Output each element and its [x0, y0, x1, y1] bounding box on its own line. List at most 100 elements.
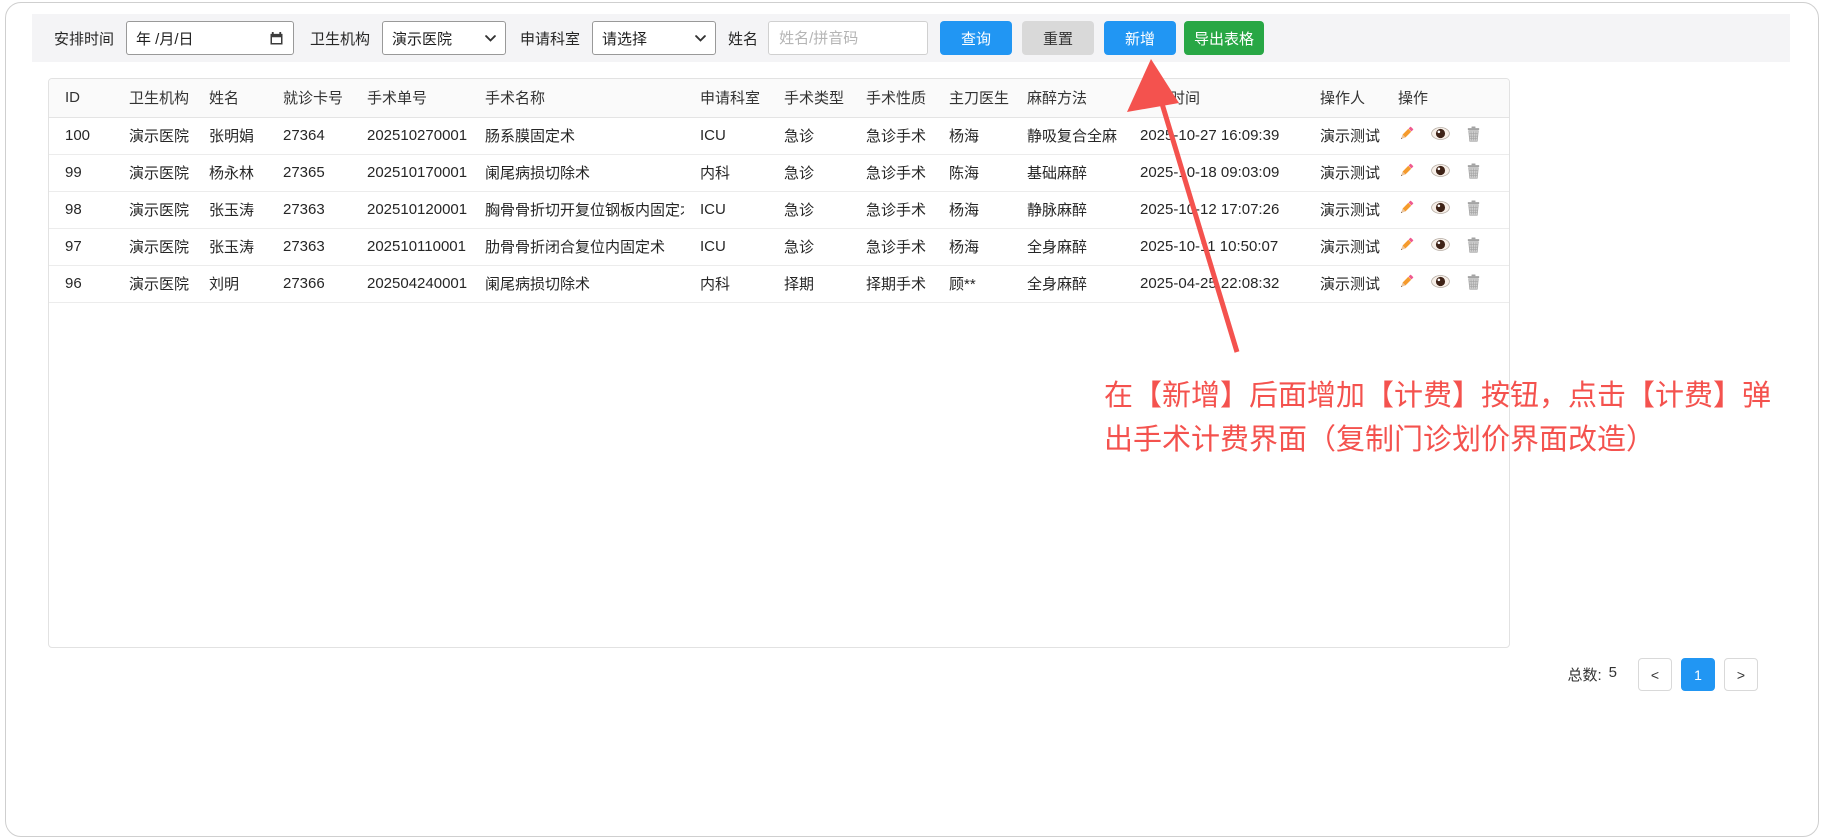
dept-select[interactable]: 请选择	[592, 21, 716, 55]
next-page-button[interactable]: >	[1724, 658, 1758, 691]
cell-dept: ICU	[684, 228, 768, 265]
col-header-org: 卫生机构	[113, 79, 193, 117]
cell-card-no: 27364	[267, 117, 351, 154]
cell-name: 杨永林	[193, 154, 267, 191]
cell-type: 急诊	[768, 154, 850, 191]
col-header-type: 手术类型	[768, 79, 850, 117]
surgery-table: ID 卫生机构 姓名 就诊卡号 手术单号 手术名称 申请科室 手术类型 手术性质…	[49, 79, 1510, 303]
eye-icon[interactable]	[1431, 164, 1450, 181]
cell-nature: 急诊手术	[850, 191, 933, 228]
row-actions	[1382, 117, 1510, 154]
eye-icon[interactable]	[1431, 275, 1450, 292]
cell-time: 2025-10-12 17:07:26	[1124, 191, 1304, 228]
table-header-row: ID 卫生机构 姓名 就诊卡号 手术单号 手术名称 申请科室 手术类型 手术性质…	[49, 79, 1510, 117]
surgery-table-container: ID 卫生机构 姓名 就诊卡号 手术单号 手术名称 申请科室 手术类型 手术性质…	[48, 78, 1510, 648]
cell-id: 99	[49, 154, 113, 191]
cell-operator: 演示测试	[1304, 117, 1382, 154]
cell-surgeon: 杨海	[933, 191, 1011, 228]
cell-card-no: 27366	[267, 265, 351, 302]
cell-surgery-name: 肋骨骨折闭合复位内固定术	[469, 228, 684, 265]
cell-name: 刘明	[193, 265, 267, 302]
cell-id: 100	[49, 117, 113, 154]
cell-surgeon: 陈海	[933, 154, 1011, 191]
chevron-down-icon	[695, 35, 706, 42]
pencil-icon[interactable]	[1398, 162, 1415, 183]
col-header-nature: 手术性质	[850, 79, 933, 117]
col-header-operator: 操作人	[1304, 79, 1382, 117]
col-header-dept: 申请科室	[684, 79, 768, 117]
cell-id: 96	[49, 265, 113, 302]
cell-dept: 内科	[684, 154, 768, 191]
cell-time: 2025-04-25 22:08:32	[1124, 265, 1304, 302]
cell-order-no: 202510270001	[351, 117, 469, 154]
trash-icon[interactable]	[1466, 237, 1481, 257]
cell-type: 急诊	[768, 191, 850, 228]
col-header-order-no: 手术单号	[351, 79, 469, 117]
eye-icon[interactable]	[1431, 238, 1450, 255]
query-button[interactable]: 查询	[940, 21, 1012, 55]
row-actions	[1382, 265, 1510, 302]
cell-anesthesia: 静吸复合全麻	[1011, 117, 1124, 154]
cell-nature: 择期手术	[850, 265, 933, 302]
cell-order-no: 202510170001	[351, 154, 469, 191]
cell-dept: 内科	[684, 265, 768, 302]
col-header-surgery-name: 手术名称	[469, 79, 684, 117]
cell-order-no: 202510110001	[351, 228, 469, 265]
cell-operator: 演示测试	[1304, 228, 1382, 265]
cell-org: 演示医院	[113, 117, 193, 154]
cell-surgery-name: 阑尾病损切除术	[469, 154, 684, 191]
cell-nature: 急诊手术	[850, 228, 933, 265]
chevron-down-icon	[485, 35, 496, 42]
trash-icon[interactable]	[1466, 163, 1481, 183]
cell-org: 演示医院	[113, 228, 193, 265]
name-search-input[interactable]	[768, 21, 928, 55]
calendar-icon	[269, 31, 284, 46]
export-button[interactable]: 导出表格	[1184, 21, 1264, 55]
cell-operator: 演示测试	[1304, 154, 1382, 191]
col-header-card-no: 就诊卡号	[267, 79, 351, 117]
col-header-name: 姓名	[193, 79, 267, 117]
cell-type: 急诊	[768, 117, 850, 154]
cell-org: 演示医院	[113, 191, 193, 228]
schedule-date-input[interactable]: 年 /月/日	[126, 21, 294, 55]
cell-time: 2025-10-27 16:09:39	[1124, 117, 1304, 154]
pencil-icon[interactable]	[1398, 199, 1415, 220]
total-count: 总数: 5	[1567, 664, 1617, 685]
annotation-line-1: 在【新增】后面增加【计费】按钮，点击【计费】弹	[1104, 374, 1816, 418]
cell-nature: 急诊手术	[850, 117, 933, 154]
total-count-label: 总数:	[1567, 664, 1601, 685]
cell-time: 2025-10-11 10:50:07	[1124, 228, 1304, 265]
reset-button[interactable]: 重置	[1022, 21, 1094, 55]
dept-label: 申请科室	[520, 28, 580, 49]
total-count-value: 5	[1609, 664, 1617, 685]
trash-icon[interactable]	[1466, 200, 1481, 220]
date-placeholder: 年 /月/日	[136, 28, 194, 49]
trash-icon[interactable]	[1466, 274, 1481, 294]
table-row: 99 演示医院 杨永林 27365 202510170001 阑尾病损切除术 内…	[49, 154, 1510, 191]
cell-name: 张玉涛	[193, 191, 267, 228]
col-header-id: ID	[49, 79, 113, 117]
eye-icon[interactable]	[1431, 127, 1450, 144]
cell-dept: ICU	[684, 191, 768, 228]
table-row: 97 演示医院 张玉涛 27363 202510110001 肋骨骨折闭合复位内…	[49, 228, 1510, 265]
trash-icon[interactable]	[1466, 126, 1481, 146]
current-page-button[interactable]: 1	[1681, 658, 1715, 691]
cell-card-no: 27363	[267, 228, 351, 265]
col-header-anesthesia: 麻醉方法	[1011, 79, 1124, 117]
schedule-time-label: 安排时间	[54, 28, 114, 49]
cell-operator: 演示测试	[1304, 191, 1382, 228]
pencil-icon[interactable]	[1398, 125, 1415, 146]
pagination: 总数: 5 < 1 >	[1567, 658, 1758, 691]
cell-id: 98	[49, 191, 113, 228]
filter-bar: 安排时间 年 /月/日 卫生机构 演示医院 申请科室 请选择 姓名 查询 重置 …	[32, 14, 1790, 62]
cell-type: 择期	[768, 265, 850, 302]
table-row: 100 演示医院 张明娟 27364 202510270001 肠系膜固定术 I…	[49, 117, 1510, 154]
eye-icon[interactable]	[1431, 201, 1450, 218]
prev-page-button[interactable]: <	[1638, 658, 1672, 691]
org-select[interactable]: 演示医院	[382, 21, 506, 55]
pencil-icon[interactable]	[1398, 273, 1415, 294]
cell-name: 张玉涛	[193, 228, 267, 265]
add-button[interactable]: 新增	[1104, 21, 1176, 55]
row-actions	[1382, 191, 1510, 228]
pencil-icon[interactable]	[1398, 236, 1415, 257]
